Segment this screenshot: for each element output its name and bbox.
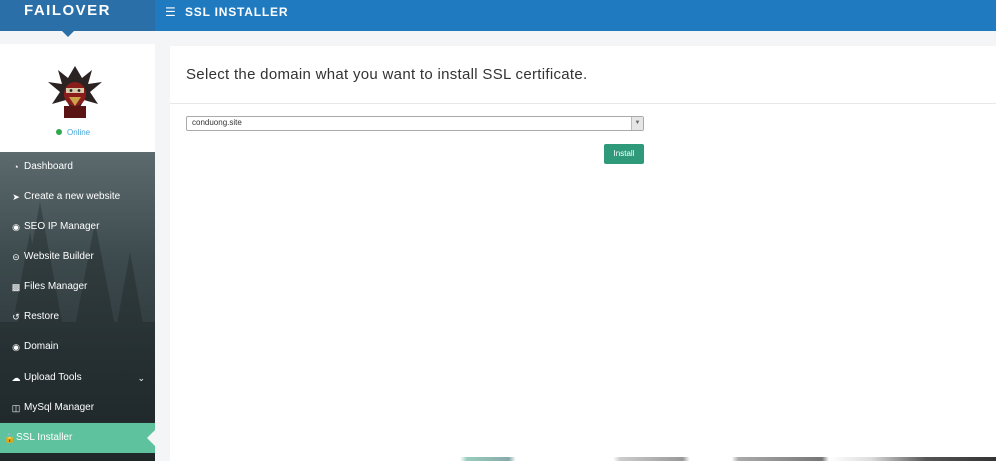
user-profile: Online <box>0 44 155 152</box>
sidebar-item-label: Website Builder <box>24 251 94 262</box>
sidebar-item-mysql-manager[interactable]: ◫ MySql Manager <box>0 393 155 423</box>
sidebar-item-create-website[interactable]: ➤ Create a new website <box>0 182 155 212</box>
sidebar-item-label: Upload Tools <box>24 372 82 383</box>
sidebar-item-upload-tools[interactable]: ☁ Upload Tools ⌄ <box>0 363 155 393</box>
sidebar-item-restore[interactable]: ↺ Restore <box>0 302 155 332</box>
bottom-edge-strip <box>300 457 996 461</box>
sidebar-item-label: Domain <box>24 341 59 352</box>
sidebar-item-files-manager[interactable]: ▩ Files Manager <box>0 272 155 302</box>
top-bar: FAILOVER ☰ SSL INSTALLER <box>0 0 996 31</box>
brand-logo-text: FAILOVER <box>24 2 112 19</box>
sidebar-item-label: SEO IP Manager <box>24 221 100 232</box>
sidebar-item-domain[interactable]: ◉ Domain <box>0 332 155 362</box>
gauge-icon: ◔ <box>13 162 19 172</box>
sidebar-item-label: Create a new website <box>24 191 121 202</box>
dropdown-arrow-icon[interactable]: ▼ <box>631 117 643 130</box>
status-dot-icon <box>56 128 62 135</box>
folder-icon: ▩ <box>11 282 21 292</box>
domain-select[interactable]: conduong.site ▼ <box>186 116 644 131</box>
lock-icon: 🔒 <box>4 433 16 443</box>
page-heading: SSL INSTALLER <box>185 5 289 19</box>
chevron-down-icon: ⌄ <box>137 373 145 383</box>
sidebar-nav: ◔ Dashboard ➤ Create a new website ◉ SEO… <box>0 152 155 461</box>
sidebar-item-label: Restore <box>24 311 60 322</box>
sidebar-item-seo-ip-manager[interactable]: ◉ SEO IP Manager <box>0 212 155 242</box>
sidebar-item-label: MySql Manager <box>24 402 95 413</box>
page-title: Select the domain what you want to insta… <box>186 66 588 83</box>
status-text: Online <box>67 128 91 137</box>
globe-icon: ◉ <box>12 342 20 352</box>
history-icon: ↺ <box>12 312 20 322</box>
active-indicator <box>147 430 155 446</box>
globe-icon: ◉ <box>12 222 20 232</box>
sidebar-item-ssl-installer[interactable]: 🔒 SSL Installer <box>0 423 155 453</box>
sidebar-item-website-builder[interactable]: ⊝ Website Builder <box>0 242 155 272</box>
sidebar-item-label: SSL Installer <box>16 432 73 443</box>
brand[interactable]: FAILOVER <box>0 0 155 31</box>
minus-circle-icon: ⊝ <box>12 252 20 262</box>
online-status: Online <box>56 128 90 137</box>
rocket-icon: ➤ <box>12 192 20 202</box>
cloud-upload-icon: ☁ <box>11 373 21 383</box>
sidebar: Online ◔ Dashboard ➤ Create a new websit… <box>0 44 155 461</box>
sidebar-item-label: Files Manager <box>24 281 88 292</box>
sidebar-item-dashboard[interactable]: ◔ Dashboard <box>0 152 155 182</box>
hamburger-icon[interactable]: ☰ <box>165 5 176 19</box>
sidebar-item-label: Dashboard <box>24 161 73 172</box>
avatar[interactable] <box>46 64 104 122</box>
domain-select-value: conduong.site <box>192 118 242 127</box>
divider <box>170 103 996 104</box>
brand-notch <box>62 31 74 37</box>
main-content: Select the domain what you want to insta… <box>170 46 996 461</box>
install-button[interactable]: Install <box>604 144 644 164</box>
database-icon: ◫ <box>11 403 21 413</box>
